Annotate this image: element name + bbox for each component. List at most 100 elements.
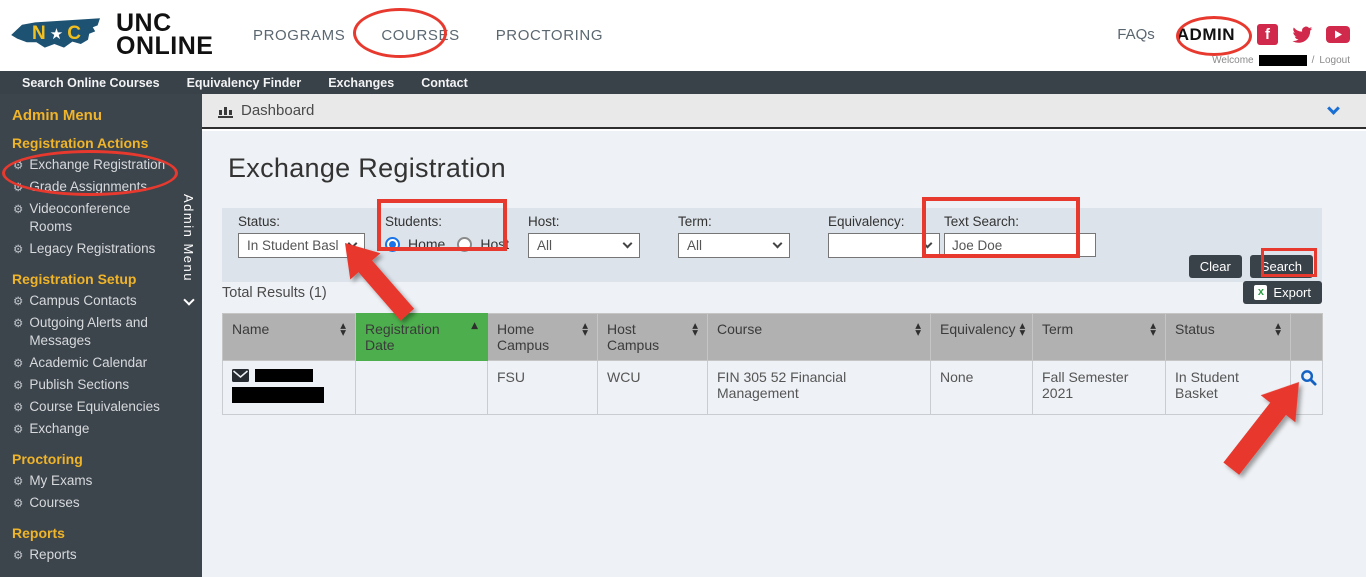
sidebar-item-campus-contacts[interactable]: ⚙Campus Contacts <box>0 290 202 312</box>
sidebar-item-courses[interactable]: ⚙Courses <box>0 492 202 514</box>
clear-button[interactable]: Clear <box>1189 255 1242 278</box>
filter-panel: Status: In Student Basl Students: Home H… <box>222 208 1322 282</box>
dashboard-bar[interactable]: Dashboard <box>202 94 1366 129</box>
top-header: N ★ C UNC ONLINE PROGRAMS COURSES PROCTO… <box>0 0 1366 71</box>
students-home-label: Home <box>408 236 445 252</box>
status-filter-label: Status: <box>238 214 365 229</box>
host-select[interactable]: All <box>528 233 640 258</box>
redacted-username <box>1259 55 1307 66</box>
admin-link[interactable]: ADMIN <box>1177 25 1235 45</box>
excel-file-icon: x <box>1254 285 1267 300</box>
text-search-label: Text Search: <box>944 214 1096 229</box>
sidebar-title: Admin Menu <box>0 94 202 124</box>
gear-icon: ⚙ <box>13 472 23 490</box>
sidebar-section-registration-setup: Registration Setup <box>0 260 202 290</box>
sort-icon[interactable]: ▲▼ <box>1275 323 1281 337</box>
nav-programs[interactable]: PROGRAMS <box>253 27 345 44</box>
sidebar-item-outgoing-alerts[interactable]: ⚙Outgoing Alerts and Messages <box>0 312 202 352</box>
sort-asc-icon[interactable]: ▲ <box>471 321 478 353</box>
dashboard-expand-chevron-icon[interactable] <box>1327 102 1340 115</box>
equivalency-filter-label: Equivalency: <box>828 214 940 229</box>
redacted-first-name <box>255 369 313 382</box>
faqs-link[interactable]: FAQs <box>1117 26 1155 43</box>
subnav-contact[interactable]: Contact <box>421 76 468 90</box>
sidebar-collapse-strip[interactable]: Admin Menu <box>181 194 196 304</box>
col-header-registration-date[interactable]: Registration Date▲ <box>356 314 488 361</box>
results-table: Name▲▼ Registration Date▲ Home Campus▲▼ … <box>222 313 1323 415</box>
nav-proctoring[interactable]: PROCTORING <box>496 27 603 44</box>
students-filter-label: Students: <box>385 214 513 229</box>
col-header-status[interactable]: Status▲▼ <box>1166 314 1291 361</box>
col-header-actions <box>1291 314 1323 361</box>
logout-link[interactable]: Logout <box>1319 55 1350 66</box>
subnav-equivalency-finder[interactable]: Equivalency Finder <box>187 76 302 90</box>
cell-view-details <box>1291 361 1323 415</box>
col-header-name[interactable]: Name▲▼ <box>223 314 356 361</box>
total-results: Total Results (1) <box>222 285 327 301</box>
sidebar-item-academic-calendar[interactable]: ⚙Academic Calendar <box>0 352 202 374</box>
sidebar-item-grade-assignments[interactable]: ⚙Grade Assignments <box>0 176 202 198</box>
cell-status: In Student Basket <box>1166 361 1291 415</box>
table-header-row: Name▲▼ Registration Date▲ Home Campus▲▼ … <box>223 314 1323 361</box>
cell-course: FIN 305 52 Financial Management <box>708 361 931 415</box>
gear-icon: ⚙ <box>13 292 23 310</box>
col-header-home-campus[interactable]: Home Campus▲▼ <box>488 314 598 361</box>
students-home-radio[interactable] <box>385 237 400 252</box>
subnav-search-online-courses[interactable]: Search Online Courses <box>22 76 160 90</box>
envelope-icon[interactable] <box>232 369 249 382</box>
sidebar-item-videoconference-rooms[interactable]: ⚙Videoconference Rooms <box>0 198 202 238</box>
chevron-down-icon <box>773 239 783 249</box>
magnifier-icon[interactable] <box>1300 369 1317 386</box>
sidebar-section-reports: Reports <box>0 514 202 544</box>
term-select[interactable]: All <box>678 233 790 258</box>
equivalency-select[interactable] <box>828 233 940 258</box>
twitter-icon[interactable] <box>1291 26 1313 44</box>
sidebar-item-my-exams[interactable]: ⚙My Exams <box>0 470 202 492</box>
host-filter-label: Host: <box>528 214 640 229</box>
facebook-icon[interactable]: f <box>1257 24 1278 45</box>
gear-icon: ⚙ <box>13 178 23 196</box>
sidebar-item-exchange-registration[interactable]: ⚙Exchange Registration <box>0 154 202 176</box>
redacted-last-name <box>232 387 324 403</box>
col-header-host-campus[interactable]: Host Campus▲▼ <box>598 314 708 361</box>
col-header-course[interactable]: Course▲▼ <box>708 314 931 361</box>
sidebar-item-course-equivalencies[interactable]: ⚙Course Equivalencies <box>0 396 202 418</box>
sort-icon[interactable]: ▲▼ <box>1150 323 1156 337</box>
nav-courses[interactable]: COURSES <box>381 27 459 44</box>
sort-icon[interactable]: ▲▼ <box>582 323 588 353</box>
youtube-icon[interactable] <box>1326 26 1350 43</box>
gear-icon: ⚙ <box>13 494 23 512</box>
welcome-label: Welcome <box>1212 55 1254 66</box>
sort-icon[interactable]: ▲▼ <box>915 323 921 337</box>
sidebar-item-legacy-registrations[interactable]: ⚙Legacy Registrations <box>0 238 202 260</box>
export-button[interactable]: x Export <box>1243 281 1322 304</box>
sidebar-item-exchange[interactable]: ⚙Exchange <box>0 418 202 440</box>
sidebar-section-proctoring: Proctoring <box>0 440 202 470</box>
table-row: FSU WCU FIN 305 52 Financial Management … <box>223 361 1323 415</box>
cell-host-campus: WCU <box>598 361 708 415</box>
status-select[interactable]: In Student Basl <box>238 233 365 258</box>
sidebar-item-publish-sections[interactable]: ⚙Publish Sections <box>0 374 202 396</box>
col-header-term[interactable]: Term▲▼ <box>1033 314 1166 361</box>
state-letter-n: N <box>32 23 47 45</box>
cell-term: Fall Semester 2021 <box>1033 361 1166 415</box>
text-search-input[interactable] <box>944 233 1096 257</box>
collapse-chevron-icon <box>183 294 194 305</box>
subnav-exchanges[interactable]: Exchanges <box>328 76 394 90</box>
admin-sidebar: Admin Menu Registration Actions ⚙Exchang… <box>0 94 202 577</box>
students-host-radio[interactable] <box>457 237 472 252</box>
gear-icon: ⚙ <box>13 240 23 258</box>
chevron-down-icon <box>623 239 633 249</box>
search-button[interactable]: Search <box>1250 255 1313 278</box>
gear-icon: ⚙ <box>13 376 23 394</box>
sort-icon[interactable]: ▲▼ <box>692 323 698 353</box>
sort-icon[interactable]: ▲▼ <box>1020 323 1026 337</box>
unc-online-logo[interactable]: N ★ C UNC ONLINE <box>10 9 213 61</box>
sort-icon[interactable]: ▲▼ <box>340 323 346 337</box>
gear-icon: ⚙ <box>13 546 23 564</box>
gear-icon: ⚙ <box>13 398 23 416</box>
col-header-equivalency[interactable]: Equivalency▲▼ <box>931 314 1033 361</box>
gear-icon: ⚙ <box>13 354 23 372</box>
state-letter-c: C <box>67 23 82 45</box>
sidebar-item-reports[interactable]: ⚙Reports <box>0 544 202 566</box>
